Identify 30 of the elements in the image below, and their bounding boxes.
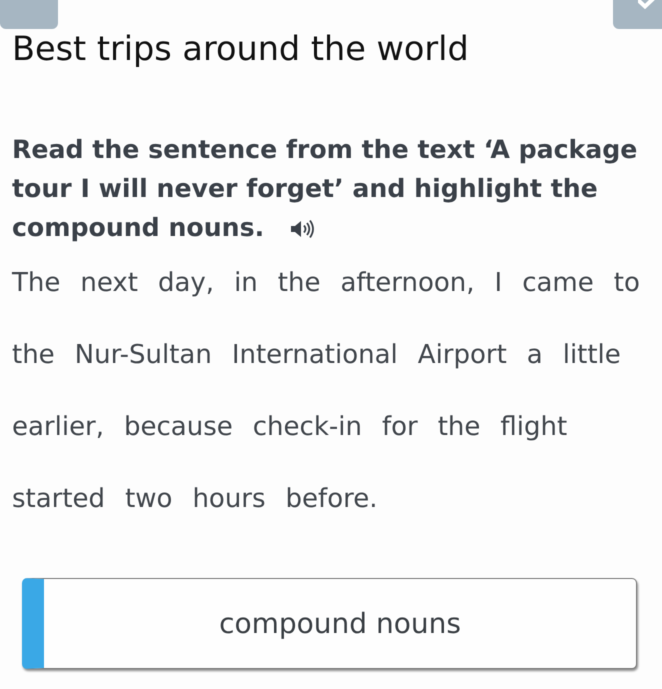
word-token[interactable]: next bbox=[80, 247, 138, 319]
word-token[interactable]: for bbox=[382, 391, 418, 463]
word-token[interactable]: Airport bbox=[418, 319, 507, 391]
word-token[interactable]: in bbox=[234, 247, 258, 319]
word-token[interactable]: afternoon, bbox=[340, 247, 475, 319]
word-token[interactable]: The bbox=[12, 247, 60, 319]
word-token[interactable]: the bbox=[12, 319, 55, 391]
word-token[interactable]: I bbox=[494, 247, 502, 319]
word-token[interactable]: started bbox=[12, 463, 106, 535]
word-token[interactable]: Nur-Sultan bbox=[74, 319, 212, 391]
word-token[interactable]: before. bbox=[286, 463, 378, 535]
category-drop-box[interactable]: compound nouns bbox=[22, 578, 637, 669]
speaker-icon[interactable] bbox=[290, 219, 316, 239]
word-token[interactable]: to bbox=[614, 247, 640, 319]
word-token[interactable]: came bbox=[522, 247, 594, 319]
word-token[interactable]: little bbox=[562, 319, 621, 391]
word-token[interactable]: two bbox=[125, 463, 172, 535]
word-token[interactable]: earlier, bbox=[12, 391, 104, 463]
word-token[interactable]: hours bbox=[192, 463, 266, 535]
page-title: Best trips around the world bbox=[12, 29, 469, 69]
nav-button[interactable] bbox=[613, 0, 662, 29]
word-token[interactable]: the bbox=[278, 247, 320, 319]
word-token[interactable]: check-in bbox=[252, 391, 362, 463]
task-instruction: Read the sentence from the text ‘A package tour I will never forget’ and highlight the compound nouns. bbox=[12, 134, 638, 244]
word-token[interactable]: International bbox=[232, 319, 398, 391]
word-token[interactable]: the bbox=[438, 391, 480, 463]
word-token[interactable]: flight bbox=[500, 391, 568, 463]
word-token[interactable]: day, bbox=[158, 247, 214, 319]
word-token[interactable]: a bbox=[526, 319, 543, 391]
word-token[interactable]: because bbox=[124, 391, 233, 463]
